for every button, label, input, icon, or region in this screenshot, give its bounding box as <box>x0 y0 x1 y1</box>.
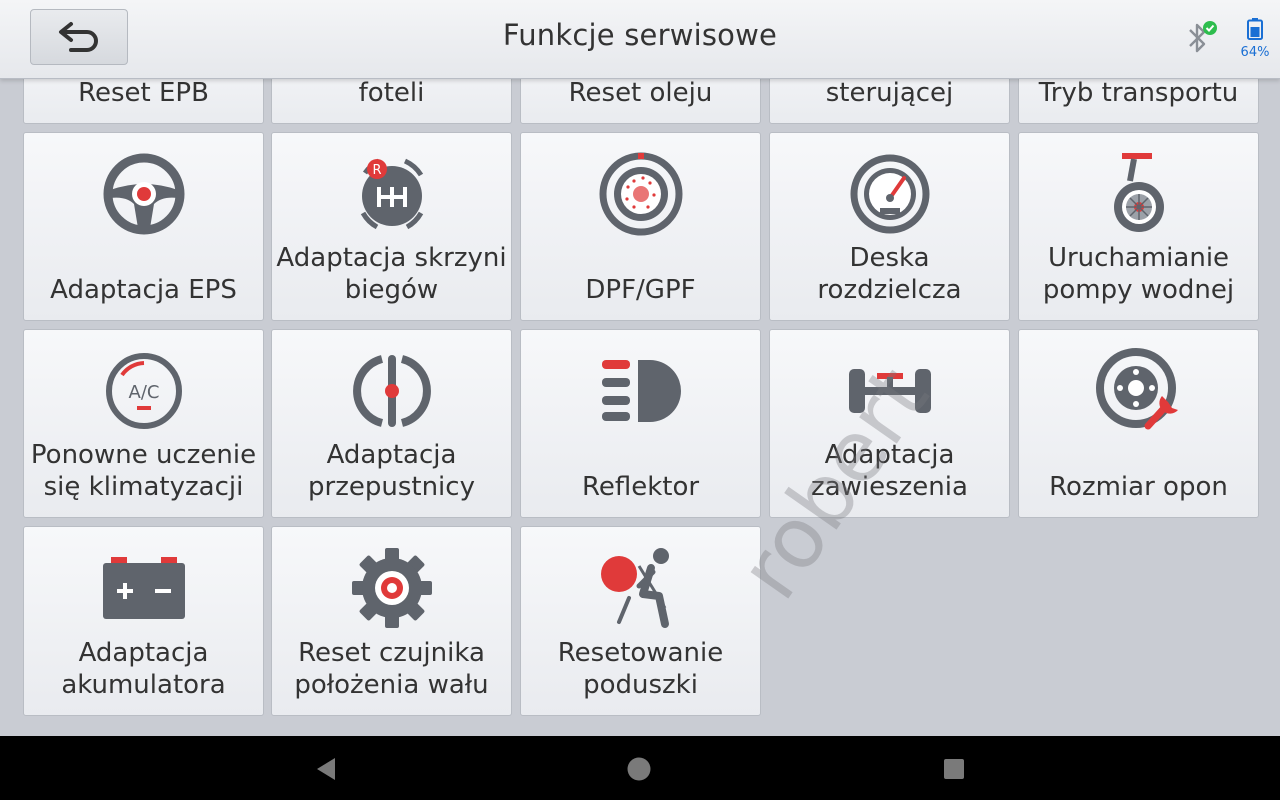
tile-label: Ponowne uczenie się klimatyzacji <box>30 440 257 502</box>
tile-label: Uruchamianie pompy wodnej <box>1042 243 1235 305</box>
tile-dashboard[interactable]: Deska rozdzielcza <box>769 132 1010 321</box>
tile-label: Reset EPB <box>78 78 209 108</box>
steering-wheel-icon <box>99 149 189 239</box>
tile-shaft-sensor-reset[interactable]: Reset czujnika położenia wału <box>271 526 512 716</box>
gearbox-icon: R <box>347 149 437 239</box>
gear-sensor-icon <box>347 543 437 633</box>
tile-label: Adaptacja skrzyni biegów <box>276 243 507 305</box>
tile-headlight[interactable]: Reflektor <box>520 329 761 518</box>
nav-home-icon[interactable] <box>626 756 652 782</box>
speedometer-icon <box>845 149 935 239</box>
svg-text:A/C: A/C <box>128 382 159 403</box>
tile-battery-adaptation[interactable]: Adaptacja akumulatora <box>23 526 264 716</box>
battery-icon <box>99 543 189 633</box>
tile-reset-epb[interactable]: Reset EPB <box>23 78 264 124</box>
throttle-icon <box>347 346 437 436</box>
page-title: Funkcje serwisowe <box>502 18 778 52</box>
bluetooth-connected-icon <box>1189 21 1217 53</box>
tile-label: foteli <box>358 78 425 108</box>
tile-label: Adaptacja EPS <box>50 275 237 305</box>
tile-water-pump[interactable]: Uruchamianie pompy wodnej <box>1018 132 1259 321</box>
battery-status: 64% <box>1238 18 1272 60</box>
tile-label: Adaptacja zawieszenia <box>811 440 968 502</box>
tile-label: Adaptacja przepustnicy <box>308 440 475 502</box>
tile-suspension-adaptation[interactable]: Adaptacja zawieszenia <box>769 329 1010 518</box>
tile-label: Deska rozdzielcza <box>817 243 962 305</box>
headlight-icon <box>596 346 686 436</box>
battery-percent: 64% <box>1240 45 1270 60</box>
tile-gearbox-adaptation[interactable]: R Adaptacja skrzyni biegów <box>271 132 512 321</box>
battery-icon <box>1247 18 1263 40</box>
tile-ac-relearn[interactable]: A/C Ponowne uczenie się klimatyzacji <box>23 329 264 518</box>
tile-label: Reflektor <box>581 472 700 502</box>
top-bar: Funkcje serwisowe 64% <box>0 0 1280 79</box>
tile-label: Tryb transportu <box>1038 78 1239 108</box>
service-functions-grid: Reset EPB foteli Reset oleju sterującej … <box>0 78 1280 736</box>
tile-control-unit[interactable]: sterującej <box>769 78 1010 124</box>
nav-back-icon[interactable] <box>313 756 339 782</box>
svg-text:R: R <box>372 163 381 178</box>
tile-label: sterującej <box>825 78 954 108</box>
nav-recents-icon[interactable] <box>941 756 967 782</box>
tile-label: Reset oleju <box>568 78 713 108</box>
airbag-icon <box>596 543 686 633</box>
tile-throttle-adaptation[interactable]: Adaptacja przepustnicy <box>271 329 512 518</box>
tile-eps-adaptation[interactable]: Adaptacja EPS <box>23 132 264 321</box>
tire-wrench-icon <box>1094 346 1184 436</box>
tile-label: Adaptacja akumulatora <box>61 638 226 700</box>
suspension-icon <box>845 346 935 436</box>
tile-reset-oil[interactable]: Reset oleju <box>520 78 761 124</box>
tile-dpf-gpf[interactable]: DPF/GPF <box>520 132 761 321</box>
tile-label: Rozmiar opon <box>1049 472 1228 502</box>
tile-label: Reset czujnika położenia wału <box>294 638 489 700</box>
tile-label: DPF/GPF <box>585 275 696 305</box>
tile-label: Resetowanie poduszki <box>557 638 724 700</box>
ac-icon: A/C <box>99 346 189 436</box>
tile-seats[interactable]: foteli <box>271 78 512 124</box>
dpf-filter-icon <box>596 149 686 239</box>
tile-transport-mode[interactable]: Tryb transportu <box>1018 78 1259 124</box>
system-navigation-bar <box>0 736 1280 800</box>
tile-tire-size[interactable]: Rozmiar opon <box>1018 329 1259 518</box>
water-pump-icon <box>1094 149 1184 239</box>
tile-airbag-reset[interactable]: Resetowanie poduszki <box>520 526 761 716</box>
